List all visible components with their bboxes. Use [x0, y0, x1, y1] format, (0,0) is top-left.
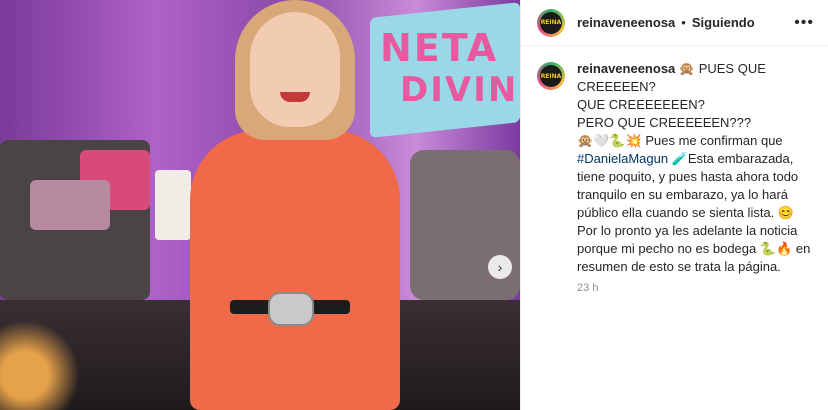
- more-horizontal-icon[interactable]: •••: [794, 14, 814, 32]
- patterned-pillow: [30, 180, 110, 230]
- caption-avatar[interactable]: REINA: [537, 62, 565, 90]
- woman-in-red-dress: [170, 0, 410, 410]
- post-timestamp[interactable]: 23 h: [577, 282, 828, 294]
- face: [250, 12, 340, 127]
- separator-dot: •: [681, 15, 686, 30]
- sign-text-line2: DIVIN: [400, 70, 519, 110]
- caption-block: REINA reinaveneenosa 🙊 PUES QUE CREEEEEN…: [521, 46, 828, 276]
- hashtag-link[interactable]: #DanielaMagun: [577, 151, 668, 166]
- avatar-logo: REINA: [540, 11, 562, 34]
- caption-username-link[interactable]: reinaveneenosa: [577, 61, 675, 76]
- following-button[interactable]: Siguiendo: [692, 15, 755, 30]
- instagram-post: NETA DIVIN › REINA reinaveneenosa • Sigu…: [0, 0, 828, 410]
- caption-text: reinaveneenosa 🙊 PUES QUE CREEEEEN? QUE …: [577, 60, 812, 276]
- avatar[interactable]: REINA: [537, 8, 565, 37]
- post-image[interactable]: NETA DIVIN ›: [0, 0, 520, 410]
- caption-avatar-logo: REINA: [540, 65, 562, 87]
- red-dress: [190, 130, 400, 410]
- carousel-next-button[interactable]: ›: [488, 255, 512, 279]
- post-sidebar: REINA reinaveneenosa • Siguiendo ••• REI…: [520, 0, 828, 410]
- chevron-right-icon: ›: [497, 259, 503, 275]
- post-header: REINA reinaveneenosa • Siguiendo •••: [521, 0, 828, 46]
- belt-buckle: [268, 292, 314, 326]
- username-link[interactable]: reinaveneenosa: [577, 15, 675, 30]
- caption-part2: 🧪Esta embarazada, tiene poquito, y pues …: [577, 151, 814, 274]
